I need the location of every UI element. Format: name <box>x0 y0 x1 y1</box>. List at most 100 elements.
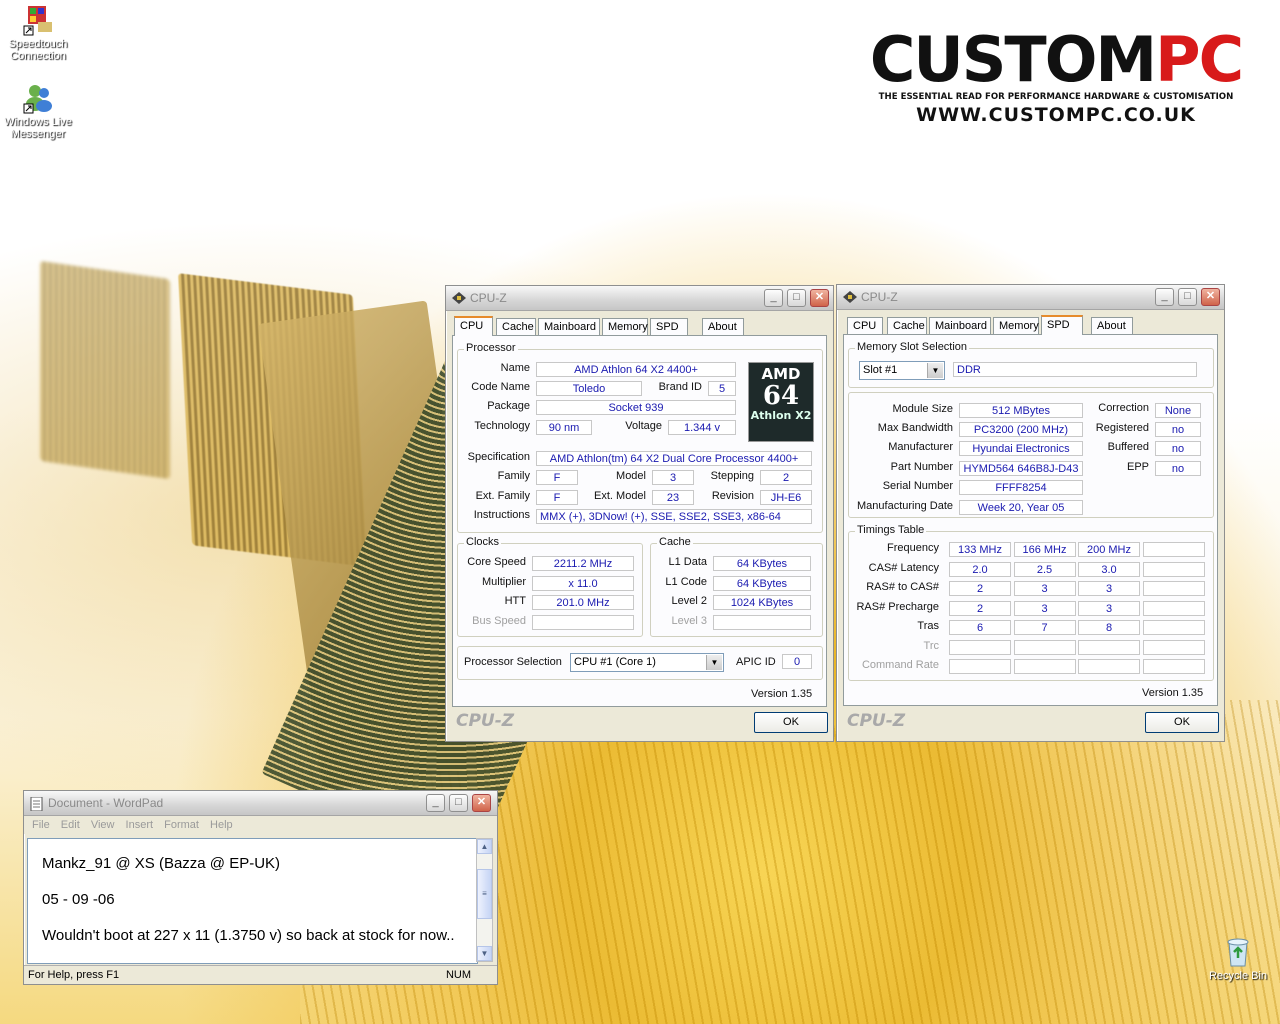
messenger-buddies-icon <box>22 82 54 114</box>
timing-row-label: Trc <box>923 639 939 652</box>
logo-tagline: THE ESSENTIAL READ FOR PERFORMANCE HARDW… <box>878 92 1234 102</box>
ok-button[interactable]: OK <box>1145 712 1219 733</box>
instructions-value: MMX (+), 3DNow! (+), SSE, SSE2, SSE3, x8… <box>536 509 812 524</box>
revision-value: JH-E6 <box>760 490 812 505</box>
amd-athlon-x2-logo: AMD 64 Athlon X2 <box>748 362 814 442</box>
brandid-value: 5 <box>708 381 736 396</box>
memory-slot-group: Memory Slot Selection Slot #1 ▼ DDR <box>848 341 1214 388</box>
timing-cell <box>1013 659 1076 674</box>
busspeed-label: Bus Speed <box>472 615 526 627</box>
tab-cache[interactable]: Cache <box>496 318 536 335</box>
menu-help[interactable]: Help <box>210 816 233 834</box>
tab-cache[interactable]: Cache <box>887 317 927 334</box>
family-value: F <box>536 470 578 485</box>
model-value: 3 <box>652 470 694 485</box>
close-button[interactable]: ✕ <box>472 794 491 812</box>
close-button[interactable]: ✕ <box>810 289 829 307</box>
title-bar[interactable]: CPU-Z _ □ ✕ <box>446 286 833 311</box>
document-line: Wouldn't boot at 227 x 11 (1.3750 v) so … <box>42 927 455 944</box>
tab-panel-spd: Memory Slot Selection Slot #1 ▼ DDR Modu… <box>843 334 1218 706</box>
serial-number-label: Serial Number <box>882 480 953 492</box>
model-label: Model <box>616 470 646 482</box>
revision-label: Revision <box>711 490 754 502</box>
group-label: Timings Table <box>855 524 927 536</box>
timing-row-label: Tras <box>917 620 939 632</box>
slot-selection-dropdown[interactable]: Slot #1 ▼ <box>859 361 945 380</box>
specification-value: AMD Athlon(tm) 64 X2 Dual Core Processor… <box>536 451 812 466</box>
maximize-button[interactable]: □ <box>787 289 806 307</box>
tab-cpu[interactable]: CPU <box>847 317 883 334</box>
timing-cell: 2 <box>949 581 1011 596</box>
timing-cell <box>1142 600 1205 616</box>
ok-button[interactable]: OK <box>754 712 828 733</box>
tab-spd[interactable]: SPD <box>1041 315 1083 335</box>
custom-pc-logo: CUSTOMPC THE ESSENTIAL READ FOR PERFORMA… <box>868 28 1244 127</box>
timing-row-label: Frequency <box>887 542 939 554</box>
scroll-thumb[interactable]: ≡ <box>477 869 492 919</box>
vertical-scrollbar[interactable]: ▲ ≡ ▼ <box>476 838 493 962</box>
tab-memory[interactable]: Memory <box>993 317 1039 334</box>
timing-cell <box>949 639 1011 655</box>
specification-label: Specification <box>467 451 530 463</box>
menu-edit[interactable]: Edit <box>61 816 80 834</box>
desktop-icon-recycle-bin[interactable]: Recycle Bin <box>1200 936 1276 982</box>
desktop-icon-speedtouch[interactable]: Speedtouch Connection <box>0 4 76 62</box>
apic-value: 0 <box>782 654 812 669</box>
voltage-value: 1.344 v <box>668 420 736 435</box>
minimize-button[interactable]: _ <box>426 794 445 812</box>
stepping-label: Stepping <box>710 470 754 482</box>
title-bar[interactable]: Document - WordPad _ □ ✕ <box>24 791 497 816</box>
background-cpu-chip <box>40 260 170 480</box>
minimize-button[interactable]: _ <box>1155 288 1174 306</box>
timing-row-label: Command Rate <box>861 659 939 671</box>
menu-format[interactable]: Format <box>164 816 199 834</box>
manufacturer-value: Hyundai Electronics <box>959 441 1083 456</box>
epp-label: EPP <box>1126 461 1149 473</box>
processor-selection-label: Processor Selection <box>464 656 562 668</box>
registered-label: Registered <box>1095 422 1149 434</box>
max-bandwidth-label: Max Bandwidth <box>877 422 953 434</box>
chevron-down-icon: ▼ <box>706 655 722 670</box>
tab-mainboard[interactable]: Mainboard <box>929 317 991 334</box>
title-bar[interactable]: CPU-Z _ □ ✕ <box>837 285 1224 310</box>
tab-mainboard[interactable]: Mainboard <box>538 318 600 335</box>
manufacturing-date-value: Week 20, Year 05 <box>959 500 1083 515</box>
chevron-down-icon: ▼ <box>927 363 943 378</box>
l1code-label: L1 Code <box>665 576 707 588</box>
tab-about[interactable]: About <box>702 318 744 335</box>
tab-panel-cpu: Processor Name AMD Athlon 64 X2 4400+ Co… <box>452 335 827 707</box>
maximize-button[interactable]: □ <box>449 794 468 812</box>
maximize-button[interactable]: □ <box>1178 288 1197 306</box>
document-text-area[interactable]: Mankz_91 @ XS (Bazza @ EP-UK) 05 - 09 -0… <box>27 838 478 964</box>
close-button[interactable]: ✕ <box>1201 288 1220 306</box>
codename-label: Code Name <box>471 381 530 393</box>
voltage-label: Voltage <box>625 420 662 432</box>
corespeed-label: Core Speed <box>467 556 526 568</box>
tab-spd[interactable]: SPD <box>650 318 688 335</box>
desktop-icon-messenger[interactable]: Windows Live Messenger <box>0 82 76 140</box>
tab-memory[interactable]: Memory <box>602 318 648 335</box>
timing-cell: 200 MHz <box>1078 542 1140 557</box>
timing-cell: 8 <box>1078 620 1140 635</box>
cpuz-app-icon <box>452 292 466 304</box>
scroll-up-icon[interactable]: ▲ <box>477 839 492 854</box>
epp-value: no <box>1155 461 1201 476</box>
timing-row-label: RAS# to CAS# <box>866 581 939 593</box>
clocks-group: Clocks Core Speed 2211.2 MHz Multiplier … <box>457 536 643 637</box>
scroll-down-icon[interactable]: ▼ <box>477 946 492 961</box>
minimize-button[interactable]: _ <box>764 289 783 307</box>
family-label: Family <box>497 470 530 482</box>
menu-view[interactable]: View <box>91 816 115 834</box>
manufacturing-date-label: Manufacturing Date <box>857 500 953 512</box>
processor-group: Processor Name AMD Athlon 64 X2 4400+ Co… <box>457 342 823 533</box>
menu-bar: File Edit View Insert Format Help <box>24 816 497 834</box>
processor-selection-dropdown[interactable]: CPU #1 (Core 1) ▼ <box>570 653 724 672</box>
menu-file[interactable]: File <box>32 816 50 834</box>
name-label: Name <box>500 362 530 374</box>
status-num-indicator: NUM <box>445 969 471 981</box>
tab-about[interactable]: About <box>1091 317 1133 334</box>
l1data-value: 64 KBytes <box>713 556 811 571</box>
desktop-icon-label: Speedtouch Connection <box>8 38 68 62</box>
tab-cpu[interactable]: CPU <box>454 316 493 336</box>
menu-insert[interactable]: Insert <box>126 816 154 834</box>
